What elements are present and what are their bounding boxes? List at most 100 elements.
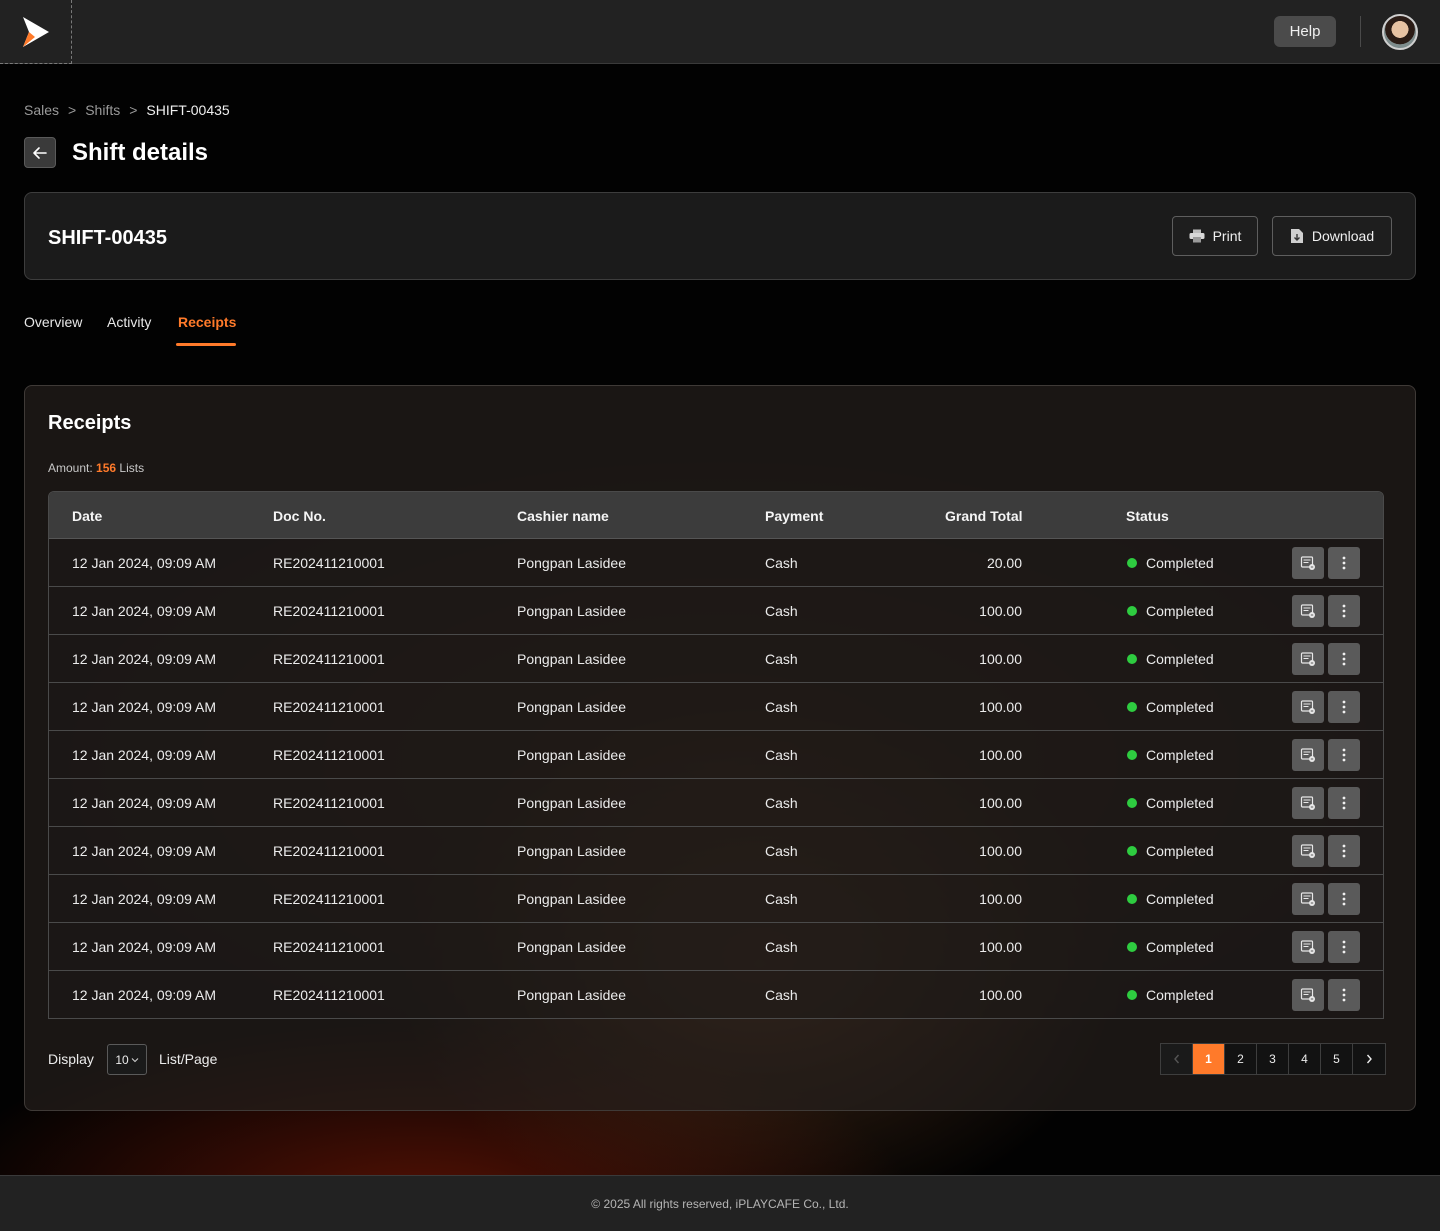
footer-copyright: © 2025 All rights reserved, iPLAYCAFE Co… [591,1196,849,1211]
cell-cashier: Pongpan Lasidee [517,651,626,667]
table-row[interactable]: 12 Jan 2024, 09:09 AM RE202411210001 Pongp… [49,779,1383,827]
receipt-view-icon [1300,940,1315,954]
breadcrumb: Sales > Shifts > SHIFT-00435 [24,102,230,118]
table-row[interactable]: 12 Jan 2024, 09:09 AM RE202411210001 Pongp… [49,587,1383,635]
cell-grand-total: 100.00 [979,843,1022,859]
table-row[interactable]: 12 Jan 2024, 09:09 AM RE202411210001 Pongp… [49,875,1383,923]
footer: © 2025 All rights reserved, iPLAYCAFE Co… [0,1175,1440,1231]
column-header-status[interactable]: Status [1126,508,1169,524]
cell-doc-no: RE202411210001 [273,939,385,955]
row-more-button[interactable] [1328,691,1360,723]
row-more-button[interactable] [1328,883,1360,915]
row-more-button[interactable] [1328,835,1360,867]
table-row[interactable]: 12 Jan 2024, 09:09 AM RE202411210001 Pongp… [49,971,1383,1018]
breadcrumb-item-shifts[interactable]: Shifts [85,102,120,118]
view-receipt-button[interactable] [1292,643,1324,675]
page-button-4[interactable]: 4 [1289,1044,1321,1074]
page-button-2[interactable]: 2 [1225,1044,1257,1074]
chevron-down-icon [131,1057,139,1062]
receipt-view-icon [1300,556,1315,570]
page-button-1[interactable]: 1 [1193,1044,1225,1074]
view-receipt-button[interactable] [1292,787,1324,819]
more-vertical-icon [1342,700,1346,714]
table-row[interactable]: 12 Jan 2024, 09:09 AM RE202411210001 Pongp… [49,827,1383,875]
cell-doc-no: RE202411210001 [273,987,385,1003]
row-more-button[interactable] [1328,787,1360,819]
tab-overview[interactable]: Overview [24,314,82,330]
cell-grand-total: 100.00 [979,987,1022,1003]
view-receipt-button[interactable] [1292,547,1324,579]
cell-status: Completed [1146,699,1214,715]
cell-cashier: Pongpan Lasidee [517,939,626,955]
view-receipt-button[interactable] [1292,931,1324,963]
view-receipt-button[interactable] [1292,595,1324,627]
user-avatar[interactable] [1382,14,1418,50]
status-dot [1127,558,1137,568]
cell-grand-total: 100.00 [979,795,1022,811]
tab-activity[interactable]: Activity [107,314,151,330]
row-more-button[interactable] [1328,979,1360,1011]
breadcrumb-item-current: SHIFT-00435 [146,102,230,118]
cell-doc-no: RE202411210001 [273,795,385,811]
tab-receipts[interactable]: Receipts [178,314,236,330]
status-dot [1127,750,1137,760]
row-more-button[interactable] [1328,739,1360,771]
help-button[interactable]: Help [1274,16,1336,47]
receipts-card: Receipts Amount: 156 Lists Date Doc No. … [24,385,1416,1111]
view-receipt-button[interactable] [1292,835,1324,867]
view-receipt-button[interactable] [1292,883,1324,915]
cell-status: Completed [1146,891,1214,907]
table-row[interactable]: 12 Jan 2024, 09:09 AM RE202411210001 Pongp… [49,923,1383,971]
cell-payment: Cash [765,939,798,955]
row-more-button[interactable] [1328,547,1360,579]
row-more-button[interactable] [1328,931,1360,963]
cell-grand-total: 100.00 [979,699,1022,715]
column-header-doc-no[interactable]: Doc No. [273,508,326,524]
column-header-grand-total[interactable]: Grand Total [945,508,1023,524]
page-button-3[interactable]: 3 [1257,1044,1289,1074]
print-label: Print [1212,228,1242,244]
cell-doc-no: RE202411210001 [273,747,385,763]
more-vertical-icon [1342,844,1346,858]
column-header-payment[interactable]: Payment [765,508,823,524]
cell-status: Completed [1146,795,1214,811]
page-button-5[interactable]: 5 [1321,1044,1353,1074]
top-bar: Help [0,0,1440,64]
cell-status: Completed [1146,939,1214,955]
print-button[interactable]: Print [1172,216,1258,256]
view-receipt-button[interactable] [1292,979,1324,1011]
page-size-select[interactable]: 10 [107,1044,147,1075]
back-button[interactable] [24,137,56,168]
table-row[interactable]: 12 Jan 2024, 09:09 AM RE202411210001 Pongp… [49,683,1383,731]
column-header-date[interactable]: Date [72,508,102,524]
cell-doc-no: RE202411210001 [273,843,385,859]
view-receipt-button[interactable] [1292,691,1324,723]
table-row[interactable]: 12 Jan 2024, 09:09 AM RE202411210001 Pongp… [49,539,1383,587]
cell-cashier: Pongpan Lasidee [517,747,626,763]
download-button[interactable]: Download [1272,216,1392,256]
cell-date: 12 Jan 2024, 09:09 AM [72,651,216,667]
cell-grand-total: 100.00 [979,939,1022,955]
column-header-cashier[interactable]: Cashier name [517,508,609,524]
cell-doc-no: RE202411210001 [273,651,385,667]
cell-date: 12 Jan 2024, 09:09 AM [72,987,216,1003]
table-row[interactable]: 12 Jan 2024, 09:09 AM RE202411210001 Pongp… [49,635,1383,683]
row-more-button[interactable] [1328,643,1360,675]
next-page-button[interactable] [1353,1044,1385,1074]
row-more-button[interactable] [1328,595,1360,627]
arrow-left-icon [33,146,47,159]
receipt-view-icon [1300,700,1315,714]
cell-payment: Cash [765,987,798,1003]
prev-page-button[interactable] [1161,1044,1193,1074]
app-logo[interactable] [0,0,72,64]
cell-doc-no: RE202411210001 [273,555,385,571]
active-tab-indicator [176,343,236,346]
cell-payment: Cash [765,603,798,619]
receipt-view-icon [1300,652,1315,666]
breadcrumb-item-sales[interactable]: Sales [24,102,59,118]
page-size-value: 10 [115,1052,129,1067]
status-dot [1127,894,1137,904]
more-vertical-icon [1342,556,1346,570]
table-row[interactable]: 12 Jan 2024, 09:09 AM RE202411210001 Pongp… [49,731,1383,779]
view-receipt-button[interactable] [1292,739,1324,771]
